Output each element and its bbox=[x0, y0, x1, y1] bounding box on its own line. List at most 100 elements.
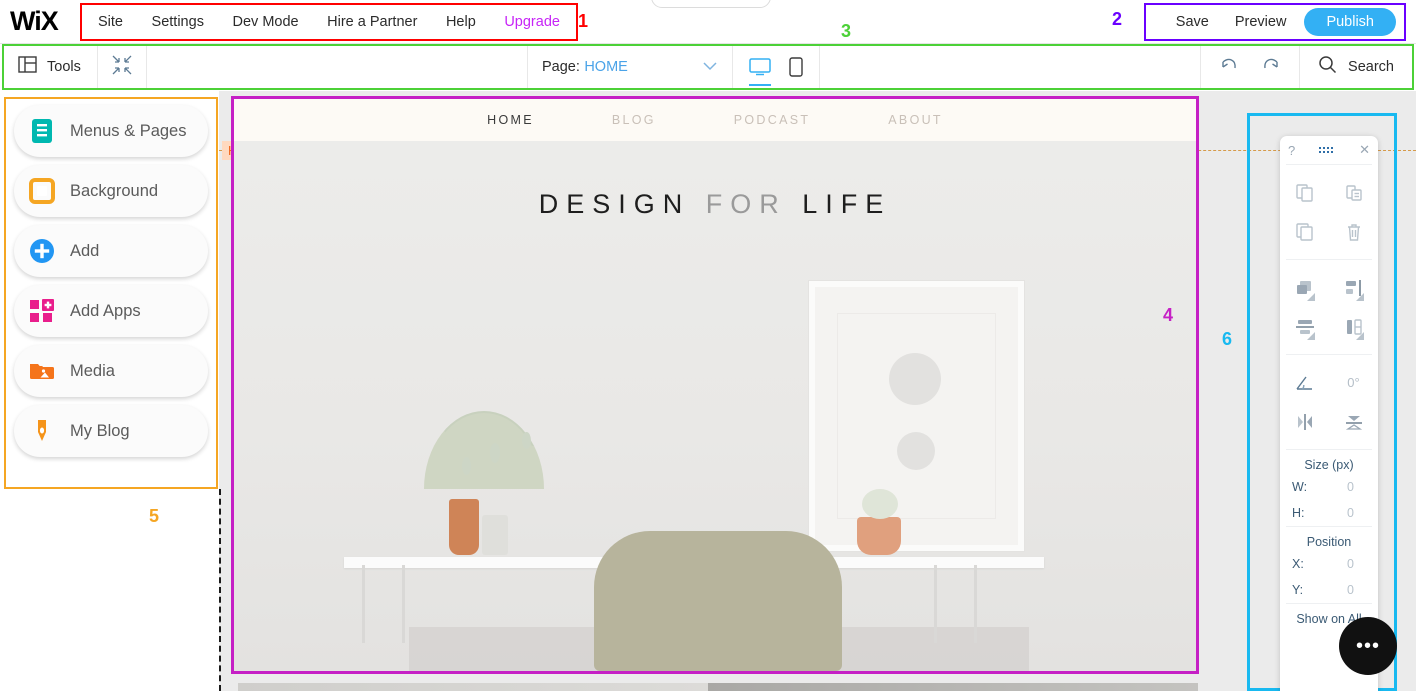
plant-branch bbox=[424, 411, 544, 489]
width-field-row[interactable]: W: 0 bbox=[1280, 474, 1378, 500]
pot-flowers bbox=[862, 489, 898, 519]
search-button[interactable]: Search bbox=[1300, 46, 1412, 88]
left-sidebar-region: Menus & Pages Background Add Add Apps Me… bbox=[4, 97, 218, 489]
layout-guide-line bbox=[219, 489, 221, 691]
copy-icon[interactable] bbox=[1280, 173, 1329, 212]
toolbox-header: ? ✕ bbox=[1280, 136, 1378, 164]
height-field-row[interactable]: H: 0 bbox=[1280, 500, 1378, 526]
frame-circle-bottom bbox=[897, 432, 935, 470]
top-center-pill[interactable]: ^ bbox=[651, 0, 771, 8]
delete-trash-icon[interactable] bbox=[1329, 212, 1378, 251]
search-label: Search bbox=[1348, 59, 1394, 75]
plant-leaf-3 bbox=[522, 432, 531, 449]
media-icon bbox=[28, 357, 56, 385]
chair bbox=[594, 531, 842, 671]
site-nav-about[interactable]: ABOUT bbox=[888, 113, 943, 127]
menu-item-site[interactable]: Site bbox=[98, 14, 123, 30]
position-section-title: Position bbox=[1306, 535, 1352, 549]
collapse-arrows-icon bbox=[111, 54, 133, 81]
y-label: Y: bbox=[1292, 583, 1304, 597]
width-value[interactable]: 0 bbox=[1326, 480, 1366, 494]
sidebar-item-media[interactable]: Media bbox=[14, 345, 208, 397]
undo-icon[interactable] bbox=[1219, 56, 1239, 79]
wix-logo[interactable]: WiX bbox=[10, 6, 72, 37]
panel-icon bbox=[18, 55, 37, 79]
menu-pages-icon bbox=[28, 117, 56, 145]
y-value[interactable]: 0 bbox=[1326, 583, 1366, 597]
distribute-vertical-icon[interactable] bbox=[1329, 307, 1378, 346]
sidebar-item-label: My Blog bbox=[70, 421, 130, 440]
arrange-icon[interactable] bbox=[1280, 268, 1329, 307]
flip-horizontal-icon[interactable] bbox=[1280, 402, 1329, 441]
align-icon[interactable] bbox=[1329, 268, 1378, 307]
toolbox-arrange-group bbox=[1280, 260, 1378, 354]
desk-leg-left bbox=[362, 565, 365, 643]
height-value[interactable]: 0 bbox=[1326, 506, 1366, 520]
site-nav-blog[interactable]: BLOG bbox=[612, 113, 656, 127]
desktop-icon[interactable] bbox=[748, 46, 771, 88]
page-label: Page: bbox=[541, 59, 580, 75]
menu-item-dev-mode[interactable]: Dev Mode bbox=[233, 14, 299, 30]
annotation-3: 3 bbox=[841, 21, 852, 41]
sidebar-item-label: Add bbox=[70, 241, 100, 260]
chat-support-button[interactable]: ••• bbox=[1339, 617, 1397, 675]
preview-button[interactable]: Preview bbox=[1235, 14, 1287, 30]
save-button[interactable]: Save bbox=[1176, 14, 1209, 30]
add-plus-icon bbox=[28, 237, 56, 265]
site-header: HOME BLOG PODCAST ABOUT bbox=[234, 99, 1196, 141]
site-nav-home[interactable]: HOME bbox=[487, 113, 534, 127]
menu-item-help[interactable]: Help bbox=[446, 14, 476, 30]
publish-button[interactable]: Publish bbox=[1304, 8, 1396, 36]
distribute-horizontal-icon[interactable] bbox=[1280, 307, 1329, 346]
device-switcher bbox=[733, 46, 819, 88]
floating-toolbox: ? ✕ 0° Size (px) W: 0 H: 0 Position X: 0… bbox=[1280, 136, 1378, 691]
annotation-1: 1 bbox=[578, 11, 589, 31]
site-stage-region[interactable]: HOME BLOG PODCAST ABOUT DESIGN FOR LIFE bbox=[231, 96, 1199, 674]
menu-item-upgrade[interactable]: Upgrade bbox=[504, 14, 560, 30]
close-icon[interactable]: ✕ bbox=[1359, 142, 1370, 158]
add-apps-icon bbox=[28, 297, 56, 325]
hero-section[interactable]: DESIGN FOR LIFE bbox=[234, 141, 1196, 671]
sidebar-item-my-blog[interactable]: My Blog bbox=[14, 405, 208, 457]
question-mark-icon[interactable]: ? bbox=[1288, 143, 1295, 158]
menu-item-settings[interactable]: Settings bbox=[152, 14, 204, 30]
paste-icon[interactable] bbox=[1329, 173, 1378, 212]
dropdown-corner-icon bbox=[1356, 293, 1364, 301]
site-nav-podcast[interactable]: PODCAST bbox=[734, 113, 811, 127]
sidebar-item-background[interactable]: Background bbox=[14, 165, 208, 217]
candle-holder bbox=[449, 499, 479, 555]
editor-toolbar: Tools Page: HOME Search bbox=[4, 46, 1412, 88]
desk-leg-left-2 bbox=[402, 565, 405, 643]
collapse-button[interactable] bbox=[98, 46, 146, 88]
rotation-value[interactable]: 0° bbox=[1329, 363, 1378, 402]
sidebar-item-label: Add Apps bbox=[70, 301, 141, 320]
y-field-row[interactable]: Y: 0 bbox=[1280, 577, 1378, 603]
frame-inner-border bbox=[837, 313, 996, 519]
width-label: W: bbox=[1292, 480, 1308, 494]
x-value[interactable]: 0 bbox=[1326, 557, 1366, 571]
floating-toolbox-region: ? ✕ 0° Size (px) W: 0 H: 0 Position X: 0… bbox=[1247, 113, 1397, 691]
toolbox-clipboard-group bbox=[1280, 165, 1378, 259]
tools-button[interactable]: Tools bbox=[4, 46, 97, 88]
hero-title: DESIGN FOR LIFE bbox=[234, 189, 1196, 220]
drag-dots-icon[interactable] bbox=[1319, 143, 1335, 158]
sidebar-item-menus-pages[interactable]: Menus & Pages bbox=[14, 105, 208, 157]
dropdown-corner-icon bbox=[1307, 332, 1315, 340]
dropdown-corner-icon bbox=[1356, 332, 1364, 340]
x-field-row[interactable]: X: 0 bbox=[1280, 551, 1378, 577]
dropdown-corner-icon bbox=[1307, 293, 1315, 301]
undo-redo-group bbox=[1201, 46, 1299, 88]
background-icon bbox=[28, 177, 56, 205]
rotate-angle-icon[interactable] bbox=[1280, 363, 1329, 402]
page-selector[interactable]: Page: HOME bbox=[528, 46, 732, 88]
sidebar-item-add[interactable]: Add bbox=[14, 225, 208, 277]
sidebar-item-add-apps[interactable]: Add Apps bbox=[14, 285, 208, 337]
duplicate-icon[interactable] bbox=[1280, 212, 1329, 251]
toolbar-divider-5 bbox=[818, 46, 820, 88]
redo-icon[interactable] bbox=[1261, 56, 1281, 79]
flip-vertical-icon[interactable] bbox=[1329, 402, 1378, 441]
mobile-icon[interactable] bbox=[789, 46, 803, 88]
sidebar-item-label: Media bbox=[70, 361, 115, 380]
menu-item-hire-a-partner[interactable]: Hire a Partner bbox=[327, 14, 417, 30]
annotation-6: 6 bbox=[1222, 329, 1233, 349]
